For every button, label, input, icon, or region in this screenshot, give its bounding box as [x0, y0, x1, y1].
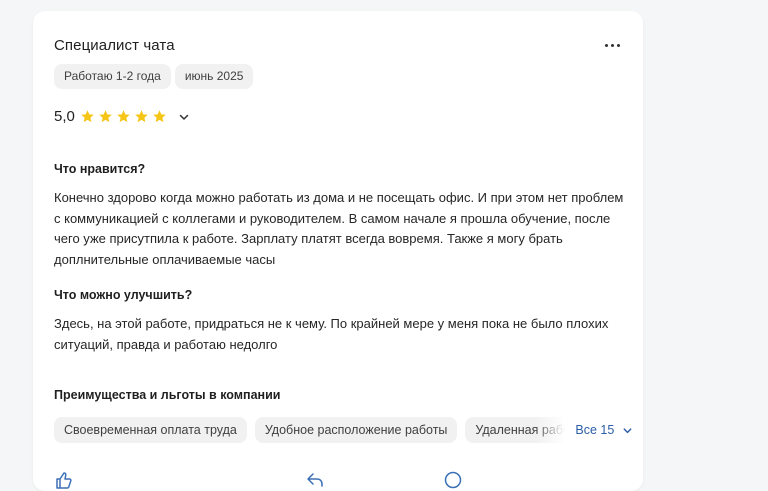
benefits-heading: Преимущества и льготы в компании: [54, 388, 281, 402]
star-icon: [134, 109, 149, 124]
improve-heading: Что можно улучшить?: [54, 288, 193, 302]
more-dot: [616, 43, 620, 47]
rating-summary: 5,0: [54, 108, 191, 125]
more-options-button[interactable]: [599, 37, 625, 53]
like-icon[interactable]: [54, 471, 72, 489]
likes-text: Конечно здорово когда можно работать из …: [54, 190, 624, 267]
tag-review-date: июнь 2025: [174, 64, 254, 89]
star-icon: [98, 109, 113, 124]
likes-heading: Что нравится?: [54, 162, 146, 176]
chevron-down-icon: [179, 114, 189, 120]
benefit-chip[interactable]: Удаленная работа: [465, 417, 566, 443]
rating-details-toggle[interactable]: [177, 110, 191, 124]
review-title: Специалист чата: [54, 37, 175, 54]
benefit-chip[interactable]: Своевременная оплата труда: [54, 417, 247, 443]
more-dot: [610, 43, 614, 47]
chevron-down-icon: [623, 427, 632, 433]
review-card: Специалист чата Работаю 1-2 года июнь 20…: [33, 11, 643, 491]
show-all-label: Все 15: [575, 423, 615, 437]
tag-work-duration: Работаю 1-2 года: [54, 64, 171, 89]
rating-stars: [80, 109, 167, 124]
review-tags: Работаю 1-2 года июнь 2025: [54, 64, 254, 89]
improve-text: Здесь, на этой работе, придраться не к ч…: [54, 316, 609, 352]
star-icon: [80, 109, 95, 124]
show-all-benefits-button[interactable]: Все 15: [575, 423, 633, 437]
benefits-list: Своевременная оплата труда Удобное распо…: [54, 417, 634, 443]
more-horizontal-icon: [604, 43, 608, 47]
star-icon: [152, 109, 167, 124]
reply-icon[interactable]: [306, 471, 324, 489]
star-icon: [116, 109, 131, 124]
benefit-chip[interactable]: Удобное расположение работы: [254, 417, 458, 443]
rating-value: 5,0: [54, 108, 75, 125]
info-icon[interactable]: [444, 471, 462, 489]
